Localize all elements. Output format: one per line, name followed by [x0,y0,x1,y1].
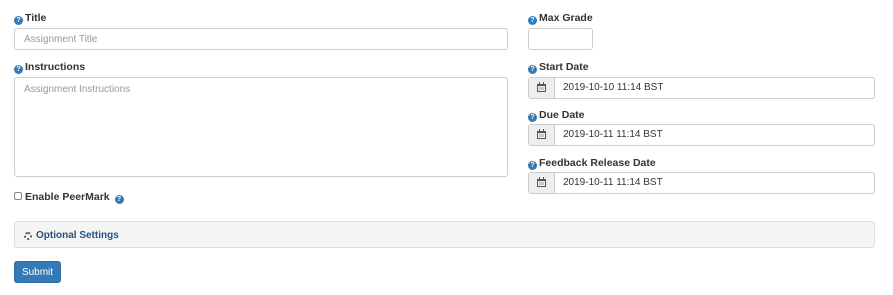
feedback-release-date-field[interactable]: 2019-10-11 11:14 BST [528,172,875,194]
calendar-icon [537,129,546,139]
start-date-field[interactable]: 2019-10-10 11:14 BST [528,77,875,99]
help-icon[interactable]: ? [114,195,124,204]
title-input[interactable] [14,28,508,50]
optional-settings-panel[interactable]: Optional Settings [14,221,875,248]
calendar-button[interactable] [529,125,555,145]
calendar-button[interactable] [529,78,555,98]
feedback-release-date-value[interactable]: 2019-10-11 11:14 BST [555,173,874,193]
help-icon[interactable]: ? [528,113,537,122]
due-date-label: ? Due Date [528,109,585,122]
max-grade-label: ? Max Grade [528,12,593,25]
submit-button[interactable]: Submit [14,261,61,283]
optional-settings-toggle[interactable]: Optional Settings [24,230,119,241]
help-icon[interactable]: ? [528,161,537,170]
due-date-field[interactable]: 2019-10-11 11:14 BST [528,124,875,146]
due-date-value[interactable]: 2019-10-11 11:14 BST [555,125,874,145]
help-icon[interactable]: ? [14,16,23,25]
peermark-checkbox[interactable] [14,192,22,200]
help-icon[interactable]: ? [528,65,537,74]
instructions-textarea[interactable] [14,77,508,177]
help-icon[interactable]: ? [528,16,537,25]
title-label: ? Title [14,12,46,25]
peermark-label: Enable PeerMark ? [25,191,126,204]
calendar-icon [537,177,546,187]
start-date-value[interactable]: 2019-10-10 11:14 BST [555,78,874,98]
gear-icon [24,231,32,240]
max-grade-input[interactable] [528,28,593,50]
help-icon[interactable]: ? [14,65,23,74]
start-date-label: ? Start Date [528,61,589,74]
instructions-label: ? Instructions [14,61,85,74]
calendar-icon [537,82,546,92]
calendar-button[interactable] [529,173,555,193]
feedback-release-date-label: ? Feedback Release Date [528,157,656,170]
